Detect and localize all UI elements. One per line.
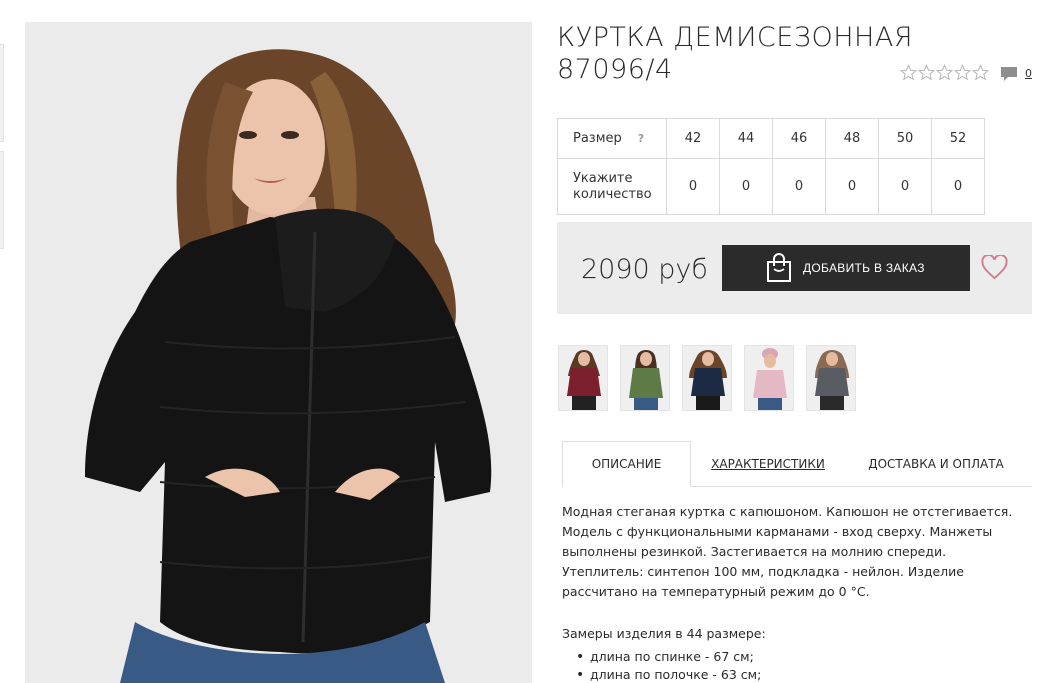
comments-count-link[interactable]: 0 [1025,67,1032,80]
tab-delivery-payment[interactable]: ДОСТАВКА И ОПЛАТА [862,441,1010,487]
size-label: Размер [573,130,622,146]
quantity-input[interactable]: 0 [931,158,985,215]
left-gallery-fragment [0,151,4,249]
add-to-order-label: ДОБАВИТЬ В ЗАКАЗ [803,261,925,275]
product-title-line1: КУРТКА ДЕМИСЕЗОННАЯ [557,22,914,53]
quantity-input[interactable]: 0 [878,158,932,215]
star-icon[interactable] [972,64,989,81]
product-description: Модная стеганая куртка с капюшоном. Капю… [562,504,1013,599]
product-title: КУРТКА ДЕМИСЕЗОННАЯ 87096/4 [557,22,937,86]
purchase-box: 2090 руб ДОБАВИТЬ В ЗАКАЗ [557,222,1032,314]
size-label-cell: Размер? [557,118,667,159]
thumbnail[interactable] [558,345,608,411]
size-cell: 42 [666,118,720,159]
rating-stars[interactable] [900,64,989,81]
thumbnail[interactable] [806,345,856,411]
left-gallery-fragment [0,44,4,142]
tab-description[interactable]: ОПИСАНИЕ [562,441,691,487]
heart-icon[interactable] [981,255,1008,280]
tab-characteristics[interactable]: ХАРАКТЕРИСТИКИ [702,441,834,487]
quantity-label-line2: количество [573,186,652,202]
quantity-label-line1: Укажите [573,170,633,186]
quantity-input[interactable]: 0 [719,158,773,215]
star-icon[interactable] [954,64,971,81]
thumbnail[interactable] [682,345,732,411]
quantity-row: Укажите количество 0 0 0 0 0 0 [557,158,985,215]
price: 2090 руб [581,254,708,285]
list-item: длина по спинке - 67 см; [576,648,761,666]
star-icon[interactable] [918,64,935,81]
size-cell: 50 [878,118,932,159]
measures-list: длина по спинке - 67 см; длина по полочк… [576,648,761,683]
measures-title: Замеры изделия в 44 размере: [562,626,766,641]
quantity-input[interactable]: 0 [772,158,826,215]
thumbnail[interactable] [620,345,670,411]
thumbnail-gallery [558,345,856,411]
size-cell: 52 [931,118,985,159]
size-table: Размер? 42 44 46 48 50 52 Укажите количе… [557,118,985,215]
quantity-input[interactable]: 0 [825,158,879,215]
help-icon[interactable]: ? [638,132,644,145]
list-item: длина по полочке - 63 см; [576,666,761,683]
add-to-order-button[interactable]: ДОБАВИТЬ В ЗАКАЗ [722,245,970,291]
main-product-photo[interactable] [25,22,532,683]
quantity-input[interactable]: 0 [666,158,720,215]
comment-icon[interactable] [1000,66,1018,83]
product-title-line2: 87096/4 [557,54,673,85]
thumbnail[interactable] [744,345,794,411]
product-tabs: ОПИСАНИЕ ХАРАКТЕРИСТИКИ ДОСТАВКА И ОПЛАТ… [562,441,1032,487]
size-row: Размер? 42 44 46 48 50 52 [557,118,985,159]
size-cell: 48 [825,118,879,159]
quantity-label-cell: Укажите количество [557,158,667,215]
star-icon[interactable] [900,64,917,81]
star-icon[interactable] [936,64,953,81]
size-cell: 44 [719,118,773,159]
shopping-bag-icon [767,253,791,282]
size-cell: 46 [772,118,826,159]
